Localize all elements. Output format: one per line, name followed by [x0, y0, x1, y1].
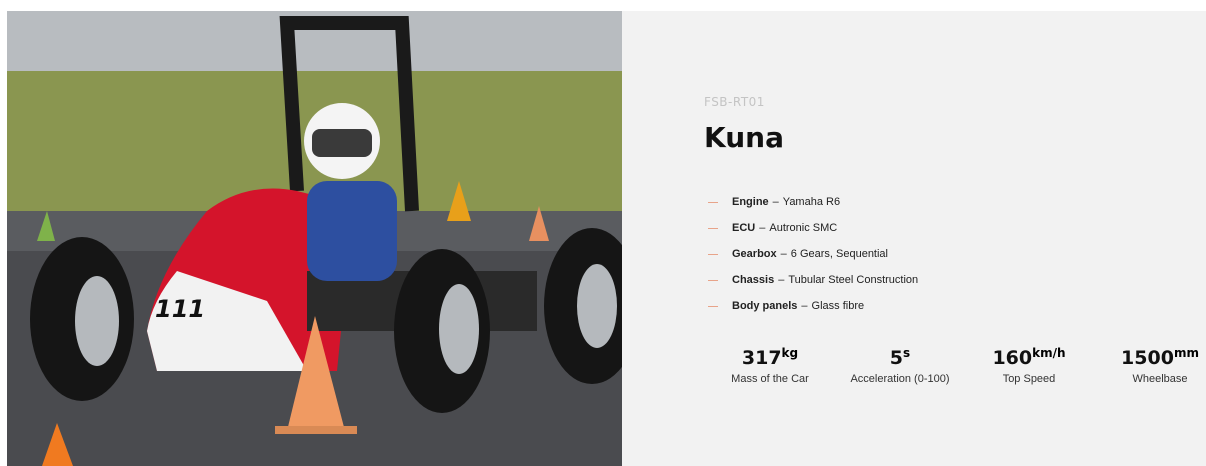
spec-value: 6 Gears, Sequential — [790, 248, 888, 260]
car-name: Kuna — [704, 121, 784, 154]
stat-value: 5 — [889, 347, 904, 369]
dash-icon — [708, 201, 718, 203]
spec-name: Chassis — [732, 274, 775, 286]
spec-separator: – — [759, 222, 766, 234]
car-info-panel: FSB-RT01 Kuna Engine – Yamaha R6 ECU – A… — [622, 11, 1206, 466]
stat-label: Top Speed — [1002, 373, 1056, 385]
stat-label: Wheelbase — [1132, 373, 1188, 385]
spec-name: Engine — [732, 196, 769, 208]
stat-unit: km/h — [1032, 346, 1066, 360]
stat-label: Acceleration (0-100) — [850, 373, 950, 385]
spec-list: Engine – Yamaha R6 ECU – Autronic SMC Ge… — [708, 189, 918, 319]
formula-car-image: 111 — [7, 11, 622, 466]
stat-unit: mm — [1173, 346, 1199, 360]
spec-separator: – — [778, 274, 785, 286]
dash-icon — [708, 227, 718, 229]
car-code: FSB-RT01 — [704, 95, 765, 109]
spec-value: Tubular Steel Construction — [788, 274, 919, 286]
dash-icon — [708, 279, 718, 281]
stats-row: 317kg Mass of the Car 5s Acceleration (0… — [622, 346, 1206, 407]
car-number: 111 — [155, 295, 205, 323]
stat-mass: 317kg Mass of the Car — [710, 346, 830, 385]
spec-item-chassis: Chassis – Tubular Steel Construction — [708, 267, 918, 293]
spec-name: Gearbox — [732, 248, 777, 260]
spec-item-body-panels: Body panels – Glass fibre — [708, 293, 918, 319]
spec-value: Glass fibre — [811, 300, 865, 312]
car-photo: 111 — [7, 11, 622, 466]
spec-name: ECU — [732, 222, 756, 234]
dash-icon — [708, 253, 718, 255]
spec-name: Body panels — [732, 300, 798, 312]
stat-value: 160 — [992, 347, 1033, 369]
spec-item-ecu: ECU – Autronic SMC — [708, 215, 918, 241]
dash-icon — [708, 305, 718, 307]
spec-separator: – — [780, 248, 787, 260]
spec-value: Autronic SMC — [769, 222, 838, 234]
stat-unit: s — [903, 346, 911, 360]
stat-value: 1500 — [1121, 347, 1174, 369]
stat-top-speed: 160km/h Top Speed — [969, 346, 1089, 385]
spec-separator: – — [801, 300, 808, 312]
stat-label: Mass of the Car — [731, 373, 809, 385]
spec-value: Yamaha R6 — [782, 196, 841, 208]
stat-acceleration: 5s Acceleration (0-100) — [840, 346, 960, 385]
spec-separator: – — [772, 196, 779, 208]
spec-item-engine: Engine – Yamaha R6 — [708, 189, 918, 215]
stat-unit: kg — [781, 346, 799, 360]
spec-item-gearbox: Gearbox – 6 Gears, Sequential — [708, 241, 918, 267]
stat-value: 317 — [741, 347, 782, 369]
stat-wheelbase: 1500mm Wheelbase — [1100, 346, 1206, 385]
